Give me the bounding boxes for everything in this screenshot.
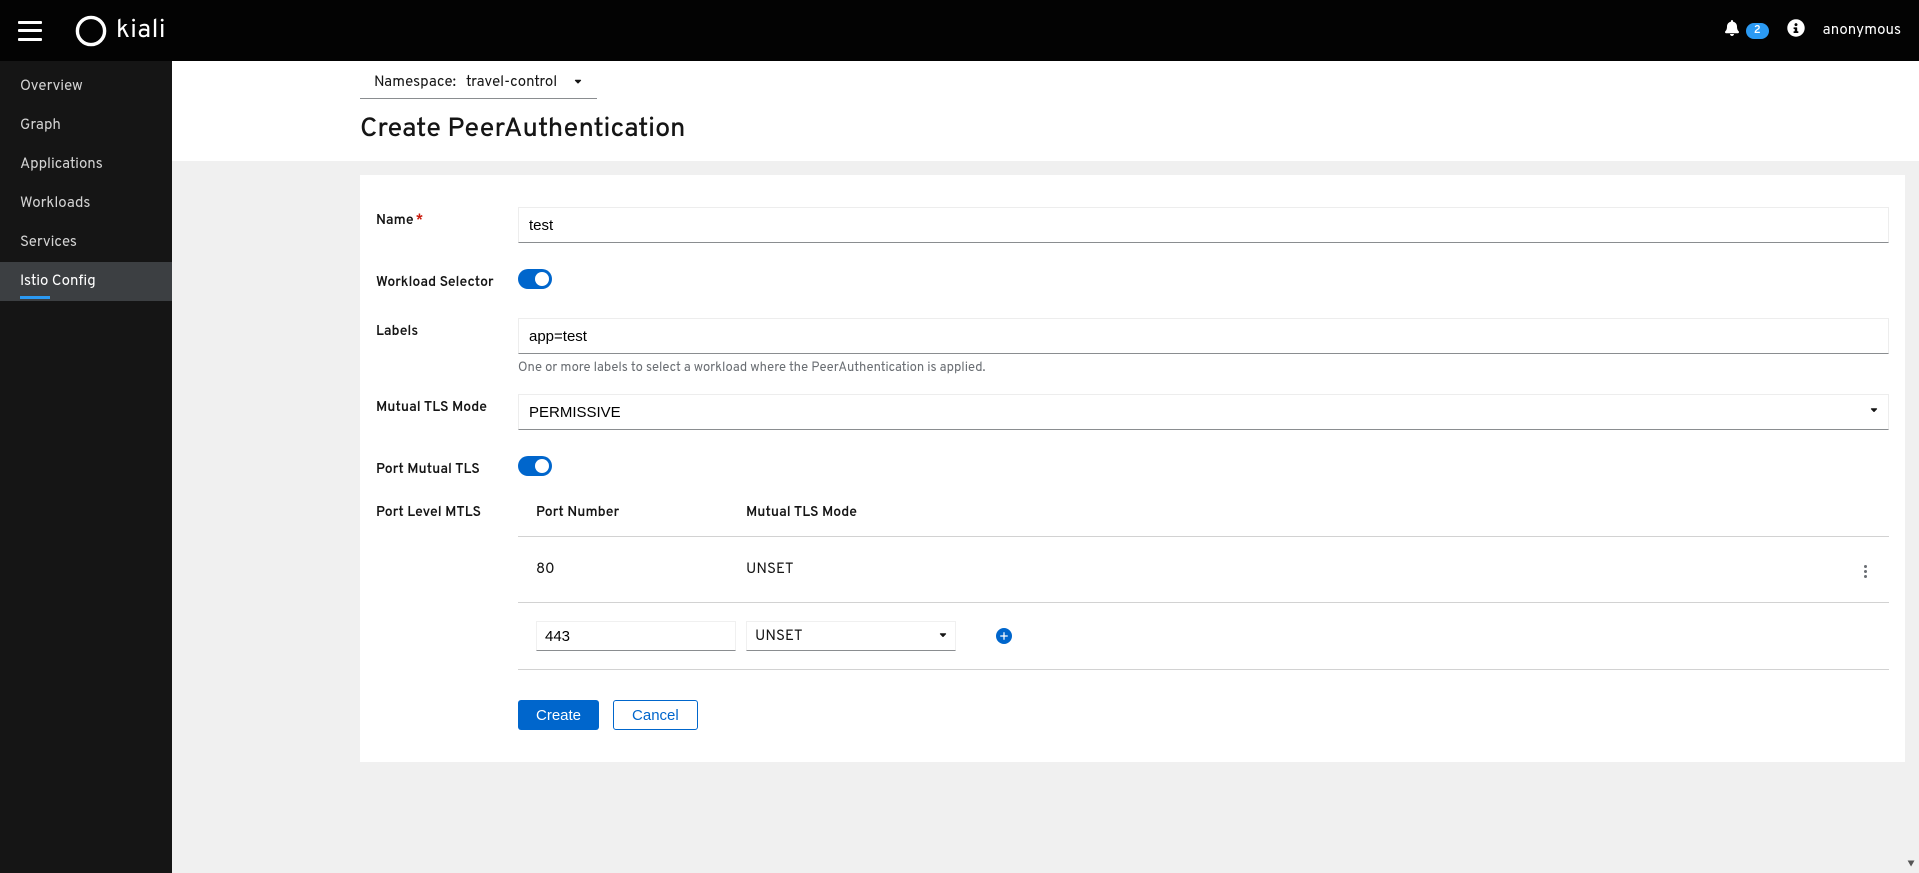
required-asterisk: * xyxy=(416,213,424,230)
plus-circle-icon xyxy=(999,631,1009,641)
port-level-mtls-table: Port Number Mutual TLS Mode 80 UNSET xyxy=(518,505,1889,670)
mtls-mode-label: Mutual TLS Mode xyxy=(376,394,518,417)
form-actions: Create Cancel xyxy=(376,700,1889,730)
add-port-button[interactable] xyxy=(996,628,1012,644)
sidebar: Overview Graph Applications Workloads Se… xyxy=(0,61,172,873)
port-level-mtls-label: Port Level MTLS xyxy=(376,505,518,522)
topbar: kiali 2 anonymous xyxy=(0,0,1919,61)
scroll-indicator-icon: ▼ xyxy=(1907,858,1915,871)
sidebar-item-services[interactable]: Services xyxy=(0,223,172,262)
notifications-button[interactable]: 2 xyxy=(1724,20,1769,42)
row-actions-kebab[interactable] xyxy=(1858,559,1873,584)
mtls-mode-value[interactable] xyxy=(518,394,1889,430)
user-label[interactable]: anonymous xyxy=(1823,21,1901,40)
labels-helper: One or more labels to select a workload … xyxy=(518,360,1889,376)
notifications-badge: 2 xyxy=(1746,23,1769,39)
cell-port: 80 xyxy=(518,560,746,579)
sidebar-item-graph[interactable]: Graph xyxy=(0,106,172,145)
create-button[interactable]: Create xyxy=(518,700,599,730)
form-card: Name* Workload Selector Labels One or mo… xyxy=(360,175,1905,762)
port-mtls-toggle[interactable] xyxy=(518,456,552,476)
page-header: Namespace: travel-control Create PeerAut… xyxy=(172,61,1919,161)
caret-down-icon xyxy=(573,73,583,92)
brand-logo[interactable]: kiali xyxy=(74,14,166,48)
table-row-new: UNSET xyxy=(518,603,1889,670)
th-port-number: Port Number xyxy=(518,505,746,522)
sidebar-item-istio-config[interactable]: Istio Config xyxy=(0,262,172,301)
sidebar-item-overview[interactable]: Overview xyxy=(0,67,172,106)
cancel-button[interactable]: Cancel xyxy=(613,700,698,730)
workload-selector-label: Workload Selector xyxy=(376,269,518,292)
workload-selector-toggle[interactable] xyxy=(518,269,552,289)
mtls-mode-select[interactable] xyxy=(518,394,1889,430)
sidebar-item-applications[interactable]: Applications xyxy=(0,145,172,184)
port-mtls-label: Port Mutual TLS xyxy=(376,456,518,479)
namespace-label: Namespace: xyxy=(374,73,456,92)
help-icon[interactable] xyxy=(1787,19,1805,43)
sidebar-item-workloads[interactable]: Workloads xyxy=(0,184,172,223)
new-port-number-input[interactable] xyxy=(536,621,736,651)
bell-icon xyxy=(1724,20,1740,42)
name-label: Name* xyxy=(376,207,518,230)
table-row: 80 UNSET xyxy=(518,537,1889,603)
brand-name: kiali xyxy=(116,14,166,47)
name-input[interactable] xyxy=(518,207,1889,243)
kiali-logo-icon xyxy=(74,14,108,48)
hamburger-icon[interactable] xyxy=(18,21,42,41)
namespace-value: travel-control xyxy=(466,73,557,92)
new-port-mode-value: UNSET xyxy=(755,627,803,646)
page-title: Create PeerAuthentication xyxy=(360,113,1889,147)
cell-mode: UNSET xyxy=(746,560,1829,579)
namespace-selector[interactable]: Namespace: travel-control xyxy=(360,67,597,99)
new-port-mode-select[interactable]: UNSET xyxy=(746,621,956,651)
labels-input[interactable] xyxy=(518,318,1889,354)
th-mtls-mode: Mutual TLS Mode xyxy=(746,505,1829,522)
topbar-right: 2 anonymous xyxy=(1724,19,1901,43)
main-content: Namespace: travel-control Create PeerAut… xyxy=(172,61,1919,873)
labels-label: Labels xyxy=(376,318,518,341)
